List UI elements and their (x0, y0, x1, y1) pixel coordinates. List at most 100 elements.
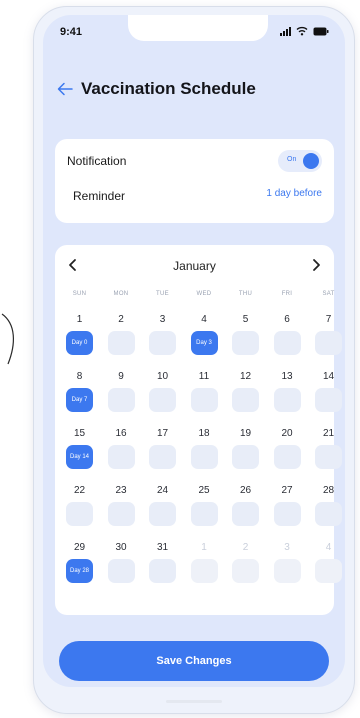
calendar-day[interactable]: 27 (271, 478, 304, 530)
calendar-day[interactable]: 15 Day 14 (63, 421, 96, 473)
weekday-label: SUN (72, 291, 87, 297)
day-slot (273, 445, 301, 469)
day-slot (66, 502, 93, 526)
day-number: 11 (198, 371, 210, 382)
day-number: 20 (281, 428, 293, 439)
reminder-value[interactable]: 1 day before (266, 188, 322, 199)
day-number: 4 (201, 314, 207, 325)
day-slot (273, 331, 301, 355)
calendar-day[interactable]: 31 (146, 535, 179, 587)
calendar-day[interactable]: 21 (312, 421, 345, 473)
calendar-day[interactable]: 9 (105, 364, 138, 416)
calendar-day[interactable]: 14 (312, 364, 345, 416)
calendar-day[interactable]: 16 (105, 421, 138, 473)
day-slot (315, 331, 342, 355)
day-slot (273, 559, 301, 583)
vaccine-day-label: Day 0 (71, 340, 88, 346)
day-number: 21 (322, 428, 335, 439)
calendar-day[interactable]: 1 Day 0 (63, 307, 96, 359)
day-slot (107, 331, 135, 355)
vaccine-day-label: Day 3 (196, 340, 212, 346)
calendar-day[interactable]: 18 (188, 421, 221, 473)
calendar-day[interactable]: 6 (271, 307, 304, 359)
month-label: January (173, 259, 216, 273)
calendar-day[interactable]: 28 (312, 478, 345, 530)
day-slot (149, 559, 176, 583)
day-number: 9 (118, 371, 124, 382)
day-slot (232, 388, 259, 412)
day-number: 8 (76, 371, 83, 382)
calendar-day: 1 (188, 535, 221, 587)
calendar-day[interactable]: 22 (63, 478, 96, 530)
calendar-day[interactable]: 13 (271, 364, 304, 416)
notification-label: Notification (67, 154, 127, 168)
day-number: 23 (115, 485, 127, 496)
day-number: 19 (239, 428, 252, 439)
weekday-label: THU (238, 291, 253, 297)
page-title: Vaccination Schedule (81, 79, 256, 98)
calendar-day[interactable]: 8 Day 7 (63, 364, 96, 416)
calendar-day[interactable]: 25 (188, 478, 221, 530)
reminder-label: Reminder (73, 189, 126, 203)
day-slot (190, 559, 218, 583)
calendar-day[interactable]: 11 (188, 364, 221, 416)
calendar-day[interactable]: 23 (105, 478, 138, 530)
calendar-day[interactable]: 4 Day 3 (188, 307, 221, 359)
weekday-label: TUE (156, 291, 169, 297)
calendar-day[interactable]: 7 (312, 307, 345, 359)
calendar-day[interactable]: 24 (146, 478, 179, 530)
day-slot (232, 445, 259, 469)
vaccine-day-label: Day 7 (71, 397, 88, 403)
vaccine-badge: Day 28 (66, 559, 93, 583)
wifi-icon (296, 26, 308, 36)
day-number: 27 (281, 485, 293, 496)
signal-icon (280, 26, 291, 36)
calendar-day[interactable]: 10 (146, 364, 179, 416)
calendar-day: 3 (271, 535, 304, 587)
vaccine-day-label: Day 14 (69, 454, 89, 460)
day-slot (315, 388, 342, 412)
calendar-day[interactable]: 26 (229, 478, 262, 530)
calendar-day[interactable]: 20 (271, 421, 304, 473)
day-number: 16 (115, 428, 127, 439)
day-number: 4 (325, 542, 332, 553)
camera-notch (128, 15, 268, 41)
calendar-day[interactable]: 12 (229, 364, 262, 416)
day-number: 7 (325, 314, 332, 325)
day-slot (232, 502, 259, 526)
month-navigation: January (55, 255, 334, 275)
back-arrow-icon[interactable] (57, 82, 73, 96)
chevron-right-icon[interactable] (308, 257, 324, 273)
save-changes-button[interactable]: Save Changes (59, 641, 329, 681)
day-number: 2 (118, 314, 124, 325)
decorative-curve (1, 313, 14, 365)
calendar-day[interactable]: 2 (105, 307, 138, 359)
calendar-day[interactable]: 5 (229, 307, 262, 359)
calendar-card: January SUN MON TUE WED THU FRI SAT 1 Day 0234D… (55, 245, 342, 615)
header: Vaccination Schedule (57, 79, 256, 99)
day-slot (107, 388, 135, 412)
day-number: 31 (156, 542, 169, 553)
day-slot (232, 331, 259, 355)
settings-card: Notification On Reminder 1 day before (55, 139, 334, 223)
day-slot (107, 445, 135, 469)
day-slot (149, 388, 176, 412)
day-number: 2 (242, 542, 249, 553)
notification-toggle[interactable]: On (278, 150, 322, 172)
calendar-day[interactable]: 29 Day 28 (63, 535, 96, 587)
day-number: 15 (73, 428, 86, 439)
day-number: 12 (239, 371, 252, 382)
day-slot (315, 559, 342, 583)
day-number: 3 (159, 314, 166, 325)
day-slot (149, 331, 176, 355)
calendar-grid: 1 Day 0 2 3 4 Day 3 5 6 7 8 Day 7 9 10 11 12 13 14 15 Day … (63, 307, 342, 587)
calendar-day[interactable]: 3 (146, 307, 179, 359)
calendar-day[interactable]: 19 (229, 421, 262, 473)
day-number: 29 (73, 542, 86, 553)
toggle-knob (303, 153, 319, 169)
calendar-day[interactable]: 30 (105, 535, 138, 587)
vaccine-day-label: Day 28 (69, 568, 89, 574)
vaccine-badge: Day 3 (190, 331, 218, 355)
weekday-label: SAT (322, 291, 335, 297)
calendar-day[interactable]: 17 (146, 421, 179, 473)
